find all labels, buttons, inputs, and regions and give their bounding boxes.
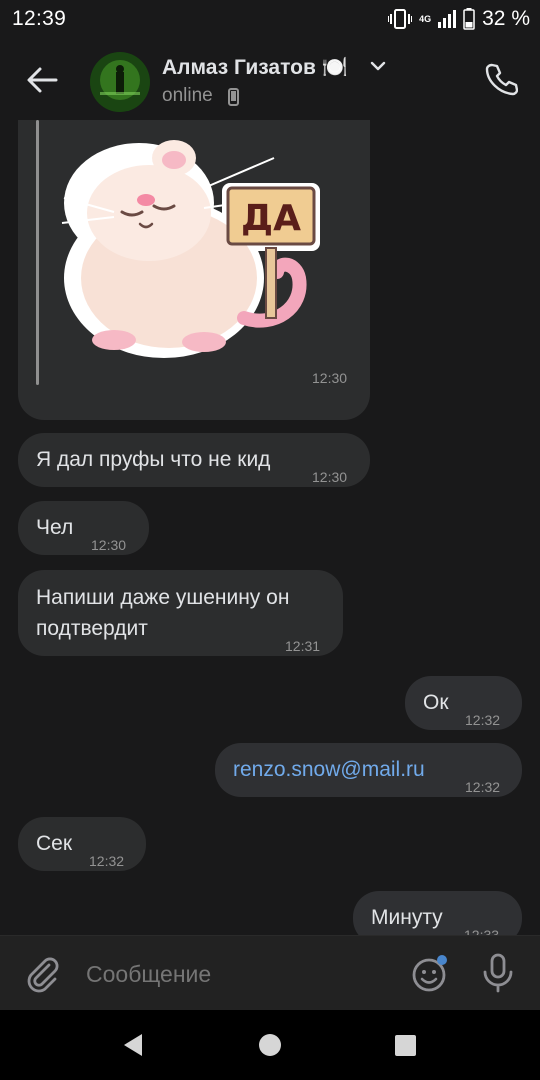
message-list[interactable]: ДА 12:30 Я дал пруфы что не кид 12:30 Че…: [0, 120, 540, 935]
phone-icon: [485, 63, 518, 96]
system-navigation-bar: [0, 1010, 540, 1080]
composer: [0, 935, 540, 1010]
mobile-icon: [228, 88, 239, 106]
nav-home-button[interactable]: [259, 1034, 281, 1056]
message-time: 12:32: [89, 853, 125, 869]
status-icons: 4G 32 %: [388, 7, 530, 31]
call-button[interactable]: [480, 58, 522, 100]
incoming-message[interactable]: Напиши даже ушенину он подтвердит 12:31: [18, 570, 343, 656]
outgoing-message[interactable]: renzo.snow@mail.ru 12:32: [215, 743, 522, 797]
paperclip-icon: [27, 957, 59, 993]
message-text: Минуту: [371, 906, 443, 929]
rat-sticker: ДА: [61, 140, 320, 358]
nav-back-icon[interactable]: [122, 1033, 144, 1057]
vibrate-icon: [388, 9, 413, 29]
message-text: Ок: [423, 691, 449, 714]
incoming-message[interactable]: Чел 12:30: [18, 501, 149, 555]
outgoing-message[interactable]: Минуту 12:33: [353, 891, 522, 935]
chevron-down-icon[interactable]: [369, 57, 387, 75]
email-link[interactable]: renzo.snow@mail.ru: [233, 755, 425, 785]
incoming-message[interactable]: Сек 12:32: [18, 817, 146, 871]
signal-icon: [438, 10, 457, 28]
battery-icon: [463, 8, 475, 30]
avatar[interactable]: [90, 52, 150, 112]
emoji-button[interactable]: [409, 954, 449, 994]
attach-button[interactable]: [22, 953, 62, 993]
message-time: 12:30: [91, 537, 127, 553]
status-bar: 12:39 4G 32 %: [0, 0, 540, 38]
avatar-photo: [90, 52, 150, 112]
message-time: 12:32: [465, 779, 501, 795]
network-type: 4G: [419, 13, 432, 24]
contact-status: online: [162, 85, 213, 106]
microphone-icon: [483, 953, 513, 993]
nav-recents-button[interactable]: [395, 1035, 416, 1056]
voice-message-button[interactable]: [480, 952, 516, 994]
outgoing-message[interactable]: Ок 12:32: [405, 676, 522, 730]
message-time: 12:30: [312, 370, 348, 386]
message-time: 12:33: [464, 927, 500, 935]
status-time: 12:39: [12, 7, 67, 30]
incoming-message[interactable]: Я дал пруфы что не кид 12:30: [18, 433, 370, 487]
message-input[interactable]: [86, 958, 386, 990]
quote-bar: [36, 120, 39, 385]
message-time: 12:30: [312, 469, 348, 485]
sticker-sign-text: ДА: [241, 198, 301, 239]
back-button[interactable]: [22, 60, 62, 100]
message-time: 12:32: [465, 712, 501, 728]
message-text: Чел: [36, 516, 74, 539]
battery-percent: 32 %: [482, 7, 530, 30]
message-text: Я дал пруфы что не кид: [36, 448, 271, 471]
smile-icon: [412, 955, 447, 992]
sticker-message[interactable]: ДА 12:30: [18, 120, 370, 420]
contact-name[interactable]: Алмаз Гизатов 🍽️: [162, 56, 348, 80]
message-text: Сек: [36, 832, 73, 855]
arrow-left-icon: [27, 67, 58, 93]
message-time: 12:31: [285, 638, 321, 654]
new-indicator-dot: [437, 955, 447, 965]
message-text-line: подтвердит: [36, 617, 148, 640]
message-text-line: Напиши даже ушенину он: [36, 586, 290, 609]
chat-header: Алмаз Гизатов 🍽️ online: [0, 38, 540, 120]
